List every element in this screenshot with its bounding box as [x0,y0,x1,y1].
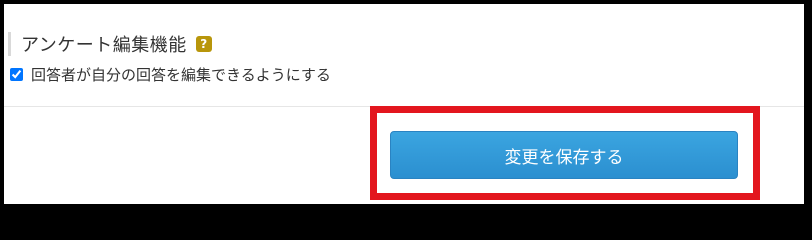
edit-own-answer-checkbox[interactable] [10,68,23,81]
section-title: アンケート編集機能 [21,35,187,56]
save-changes-button[interactable]: 変更を保存する [390,131,738,179]
settings-panel: アンケート編集機能 ? 回答者が自分の回答を編集できるようにする 変更を保存する [4,4,804,204]
edit-own-answer-option[interactable]: 回答者が自分の回答を編集できるようにする [8,64,331,85]
edit-own-answer-label: 回答者が自分の回答を編集できるようにする [31,66,331,84]
section-header: アンケート編集機能 ? [8,32,212,56]
question-mark-icon[interactable]: ? [195,36,212,52]
